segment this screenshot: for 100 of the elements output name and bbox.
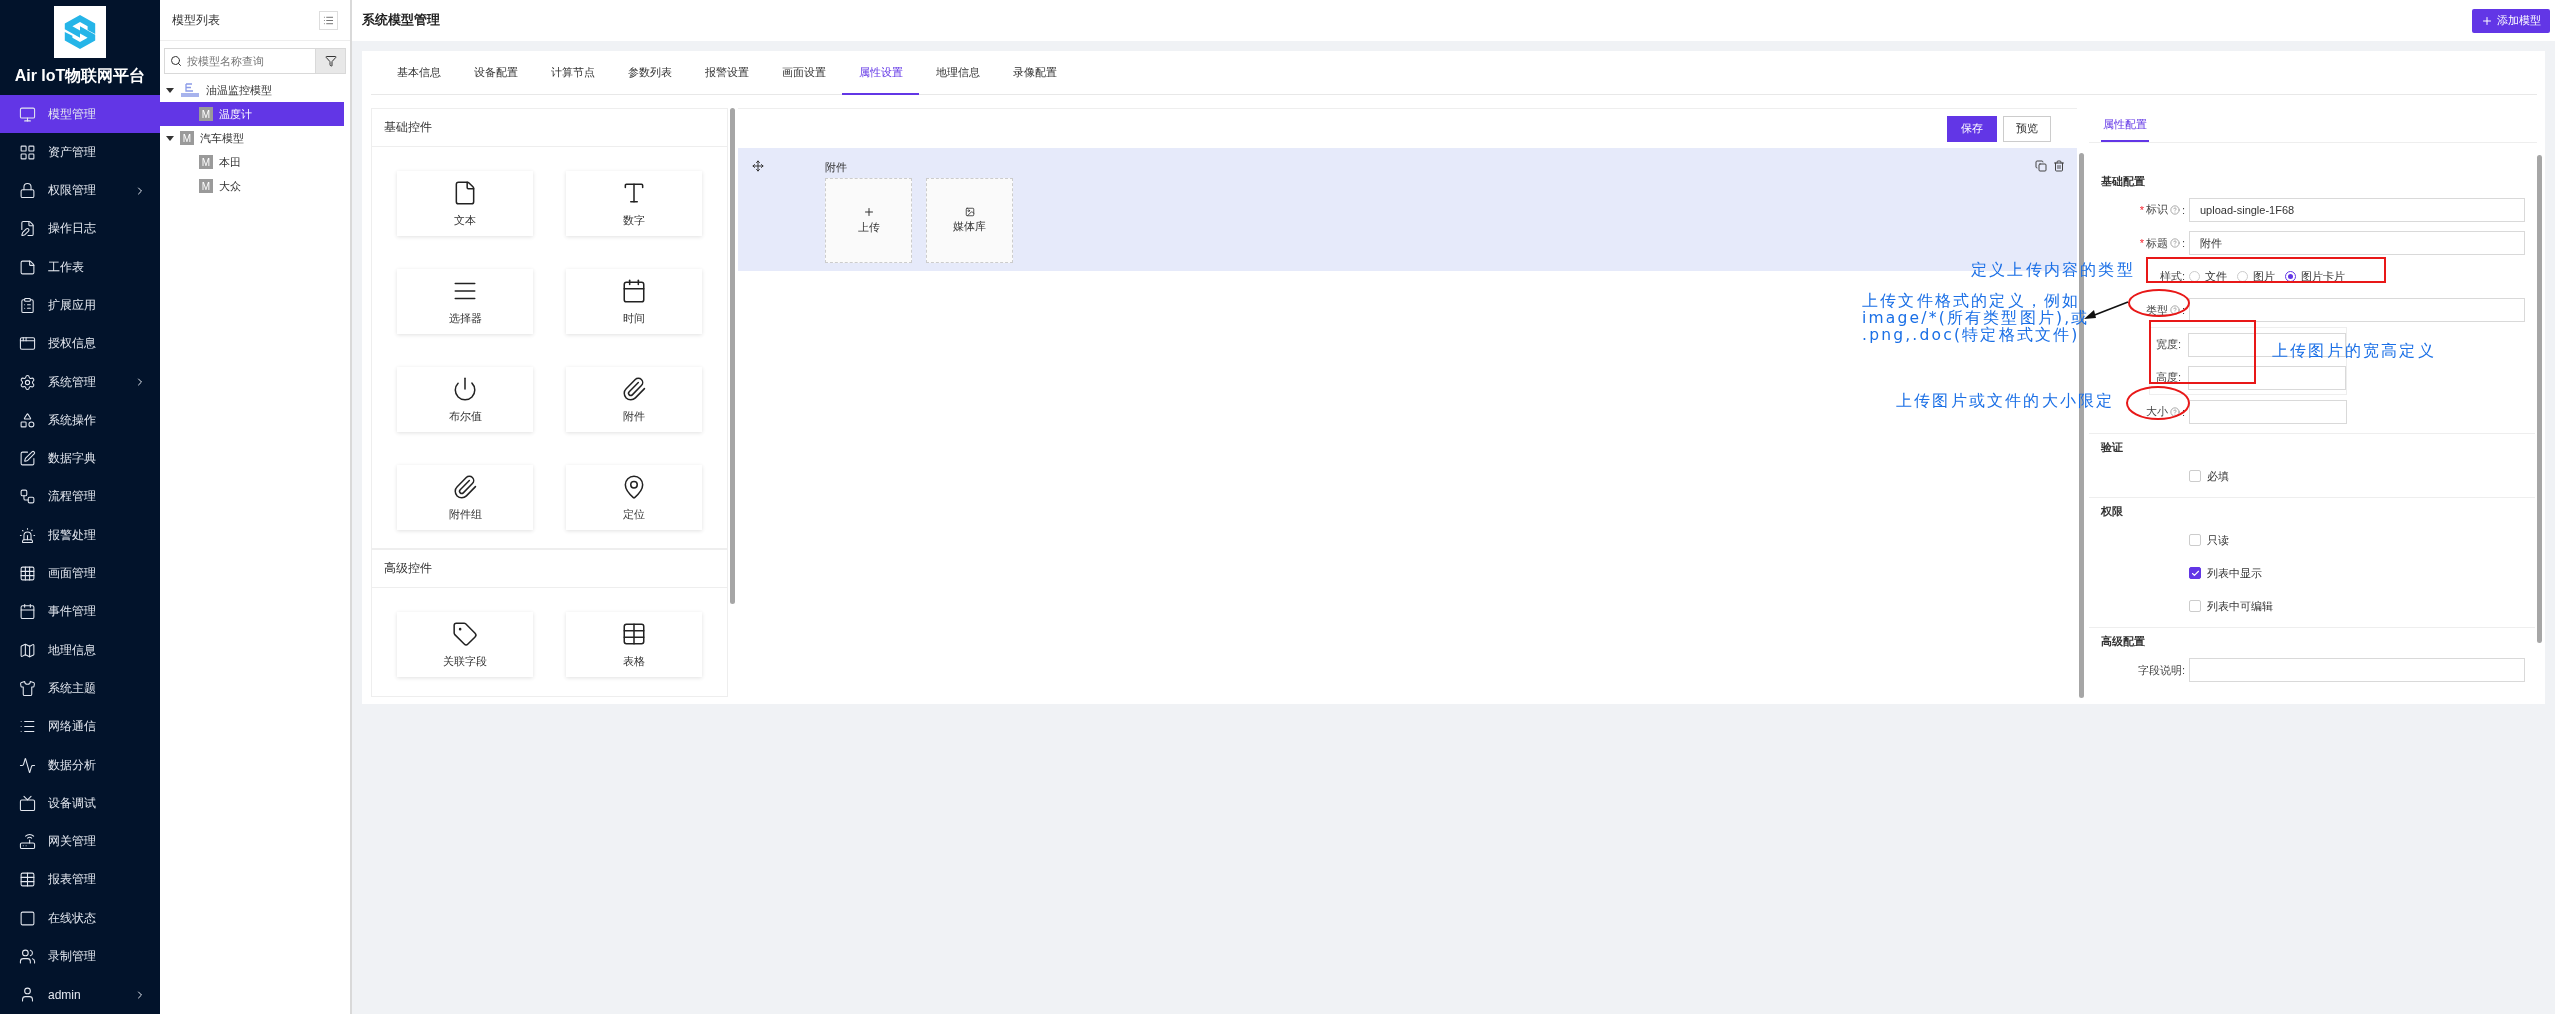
clipboard-icon [19, 297, 36, 314]
scrollbar[interactable] [730, 108, 735, 604]
caret-icon[interactable] [166, 86, 174, 94]
media-library-tile[interactable]: 媒体库 [926, 178, 1013, 263]
tab[interactable]: 录像配置 [996, 51, 1073, 95]
input-field[interactable] [2189, 399, 2347, 424]
tree-item[interactable]: M 温度计 [160, 102, 344, 126]
control-card[interactable]: 选择器 [397, 269, 533, 334]
delete-icon[interactable] [2053, 160, 2065, 172]
control-card[interactable]: 附件 [566, 367, 702, 432]
nav-item[interactable]: 数据分析 [0, 745, 160, 785]
tab[interactable]: 计算节点 [534, 51, 611, 95]
help-icon[interactable] [2169, 305, 2180, 316]
copy-icon[interactable] [2035, 160, 2047, 172]
input-field[interactable] [2189, 298, 2525, 323]
tab[interactable]: 基本信息 [380, 51, 457, 95]
filter-button[interactable] [316, 48, 346, 74]
tree-item[interactable]: M 本田 [160, 150, 344, 174]
annotation-note: 上传图片或文件的大小限定 [1896, 393, 2115, 410]
move-icon[interactable] [752, 160, 764, 172]
nav-item[interactable]: 扩展应用 [0, 286, 160, 325]
nav-item[interactable]: 授权信息 [0, 324, 160, 363]
checkbox-label: 只读 [2207, 532, 2229, 548]
required-mark: * [2139, 203, 2144, 216]
tab[interactable]: 参数列表 [611, 51, 688, 95]
nav-item[interactable]: 数据字典 [0, 439, 160, 478]
field-label: 标识 [2145, 202, 2168, 218]
nav-item[interactable]: 在线状态 [0, 899, 160, 938]
preview-button[interactable]: 预览 [2003, 115, 2051, 142]
control-card[interactable]: 表格 [566, 612, 702, 677]
control-card[interactable]: 时间 [566, 269, 702, 334]
nav-item[interactable]: 系统操作 [0, 401, 160, 440]
section-title: 权限 [2101, 504, 2124, 519]
nav-item[interactable]: 设备调试 [0, 784, 160, 823]
tab[interactable]: 地理信息 [919, 51, 996, 95]
radio-option[interactable]: 图片 [2237, 269, 2275, 285]
scrollbar[interactable] [2537, 155, 2542, 643]
input-field[interactable] [2189, 658, 2525, 683]
search-icon [170, 55, 182, 67]
highlight-ellipse [2128, 289, 2190, 317]
nav-item[interactable]: 画面管理 [0, 554, 160, 593]
nav-item[interactable]: 工作表 [0, 248, 160, 287]
nav-item[interactable]: 网络通信 [0, 707, 160, 746]
add-model-button[interactable]: 添加模型 [2472, 8, 2550, 33]
square-icon [19, 909, 36, 927]
nav-item[interactable]: 操作日志 [0, 209, 160, 249]
nav-item[interactable]: 资产管理 [0, 133, 160, 172]
input-field[interactable] [2188, 365, 2346, 390]
tab[interactable]: 画面设置 [765, 51, 842, 95]
nav-item[interactable]: 系统管理 [0, 362, 160, 402]
radio-option[interactable]: 文件 [2189, 269, 2227, 285]
help-icon[interactable] [2169, 406, 2180, 417]
nav-item[interactable]: 系统主题 [0, 669, 160, 708]
control-card[interactable]: 定位 [566, 465, 702, 530]
tree-item[interactable]: M 汽车模型 [160, 126, 344, 150]
tab[interactable]: 属性配置 [2101, 108, 2149, 142]
model-badge: M [199, 155, 213, 169]
nav-item[interactable]: 流程管理 [0, 477, 160, 517]
nav-item[interactable]: 报警处理 [0, 516, 160, 555]
control-card[interactable]: 附件组 [397, 465, 533, 530]
note-icon [19, 258, 36, 276]
nav-item[interactable]: 模型管理 [0, 94, 160, 134]
section-title: 高级控件 [372, 550, 727, 588]
tree-item[interactable]: 油温监控模型 [160, 78, 344, 102]
activity-icon [19, 756, 36, 774]
tab[interactable]: 设备配置 [457, 51, 534, 95]
tab[interactable]: 报警设置 [688, 51, 765, 95]
search-field[interactable]: 按模型名称查询 [164, 48, 316, 74]
colon: : [2181, 405, 2185, 418]
caret-icon[interactable] [166, 134, 174, 142]
tab[interactable]: 属性设置 [842, 51, 919, 95]
list-view-button[interactable] [319, 10, 338, 30]
window-icon [19, 335, 36, 353]
colon: : [2181, 203, 2185, 216]
field-label: 样式: [2159, 269, 2185, 285]
nav-item[interactable]: 事件管理 [0, 592, 160, 632]
upload-tile[interactable]: 上传 [825, 178, 912, 263]
control-card[interactable]: 数字 [566, 171, 702, 236]
section-title: 验证 [2101, 440, 2124, 455]
nav-item[interactable]: 权限管理 [0, 171, 160, 210]
control-card[interactable]: 文本 [397, 171, 533, 236]
alarm-light-icon [19, 526, 36, 544]
filter-icon [324, 55, 337, 67]
control-card[interactable]: 关联字段 [397, 612, 533, 677]
nav-item[interactable]: 报表管理 [0, 860, 160, 900]
save-button[interactable]: 保存 [1947, 115, 1997, 142]
nav-item[interactable]: 网关管理 [0, 822, 160, 861]
nav-item[interactable]: 录制管理 [0, 937, 160, 976]
control-card[interactable]: 布尔值 [397, 367, 533, 432]
checkbox[interactable] [2189, 567, 2201, 579]
input-field[interactable]: upload-single-1F68 [2189, 197, 2525, 222]
table-icon [621, 620, 647, 647]
tree-item[interactable]: M 大众 [160, 174, 344, 198]
input-field[interactable]: 附件 [2189, 231, 2525, 256]
shirt-icon [19, 679, 36, 697]
nav-item[interactable]: 地理信息 [0, 631, 160, 670]
nav-item[interactable]: admin [0, 975, 160, 1014]
section-title: 基础配置 [2101, 173, 2146, 189]
radio-option[interactable]: 图片卡片 [2285, 269, 2345, 285]
input-field[interactable] [2188, 332, 2346, 357]
